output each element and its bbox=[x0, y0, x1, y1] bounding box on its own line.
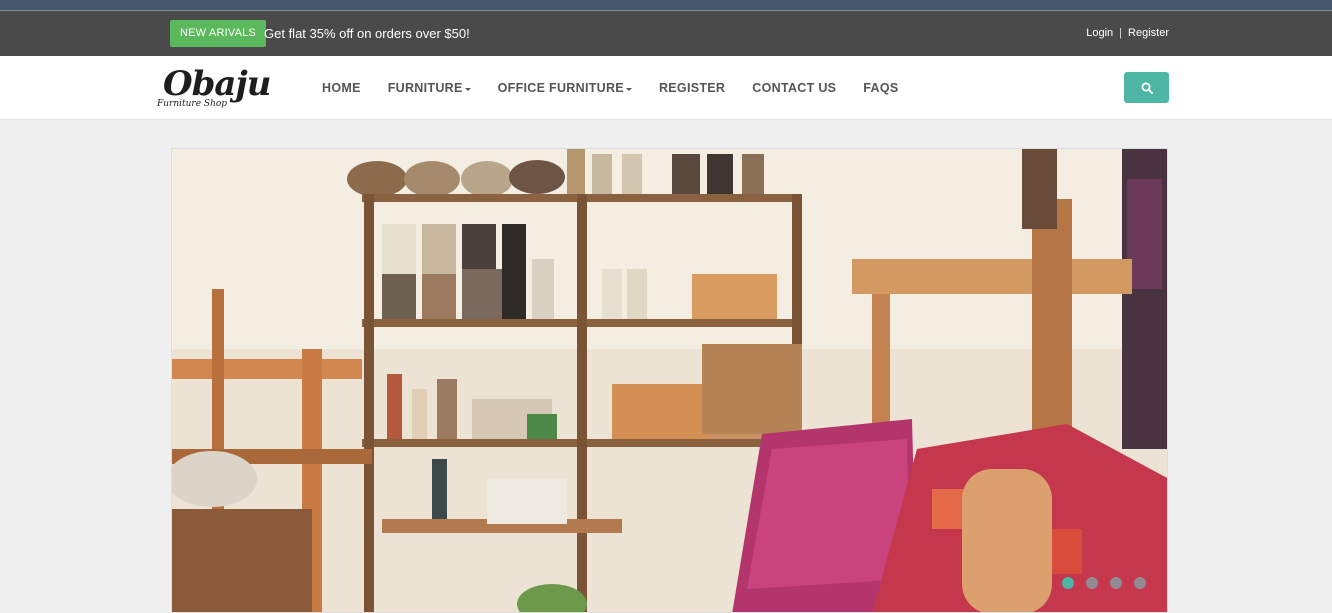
hero-slider[interactable] bbox=[171, 148, 1168, 613]
nav-item-label: OFFICE FURNITURE bbox=[497, 81, 624, 95]
main-menu: HOME FURNITURE OFFICE FURNITURE REGISTER… bbox=[322, 56, 926, 120]
auth-separator: | bbox=[1119, 27, 1123, 39]
nav-item-faqs[interactable]: FAQS bbox=[863, 81, 898, 95]
caret-down-icon bbox=[464, 87, 471, 91]
register-link[interactable]: Register bbox=[1128, 20, 1169, 47]
slider-dot[interactable] bbox=[1086, 577, 1098, 589]
top-strip bbox=[0, 0, 1332, 10]
nav-item-label: FURNITURE bbox=[387, 81, 463, 95]
promo-text: Get flat 35% off on orders over $50! bbox=[264, 26, 470, 41]
slider-dot[interactable] bbox=[1134, 577, 1146, 589]
nav-item-label: CONTACT US bbox=[752, 81, 837, 95]
slider-pagination bbox=[1062, 577, 1146, 589]
auth-links: Login | Register bbox=[1086, 20, 1169, 47]
login-link[interactable]: Login bbox=[1086, 20, 1113, 47]
nav-item-label: HOME bbox=[322, 81, 361, 95]
brand-tagline: Furniture Shop bbox=[157, 99, 228, 109]
brand-name: Obaju bbox=[163, 64, 271, 104]
nav-item-furniture[interactable]: FURNITURE bbox=[388, 81, 471, 95]
slider-dot[interactable] bbox=[1110, 577, 1122, 589]
brand-logo[interactable]: Obaju Furniture Shop bbox=[157, 64, 279, 116]
nav-item-contact-us[interactable]: CONTACT US bbox=[752, 81, 836, 95]
main-navbar: Obaju Furniture Shop HOME FURNITURE OFFI… bbox=[0, 56, 1332, 120]
new-arrivals-badge[interactable]: NEW ARIVALS bbox=[170, 20, 266, 47]
slider-dot[interactable] bbox=[1062, 577, 1074, 589]
top-bar: NEW ARIVALS Get flat 35% off on orders o… bbox=[0, 11, 1332, 56]
search-icon bbox=[1141, 82, 1153, 94]
nav-item-register[interactable]: REGISTER bbox=[659, 81, 725, 95]
search-button[interactable] bbox=[1124, 72, 1169, 103]
nav-item-label: REGISTER bbox=[658, 81, 726, 95]
nav-item-office-furniture[interactable]: OFFICE FURNITURE bbox=[498, 81, 632, 95]
nav-item-label: FAQS bbox=[863, 81, 899, 95]
nav-item-home[interactable]: HOME bbox=[322, 81, 361, 95]
hero-image-weaving-workshop bbox=[172, 149, 1167, 612]
caret-down-icon bbox=[625, 87, 632, 91]
